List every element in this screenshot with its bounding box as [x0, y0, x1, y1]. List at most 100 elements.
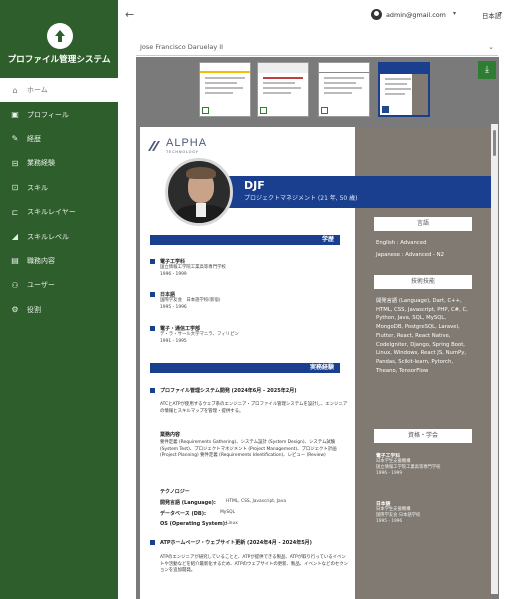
photo-hair	[186, 167, 216, 179]
thumbnail-line	[324, 82, 356, 84]
thumbnail-line	[385, 78, 411, 80]
sidebar-item-label: ホーム	[27, 86, 48, 95]
thumbnail-checkbox-checked[interactable]	[382, 106, 389, 113]
sidebar-item-label: 職務内容	[27, 256, 55, 265]
sidebar-item-label: スキルレベル	[27, 232, 69, 241]
back-arrow-icon[interactable]: ←	[125, 8, 134, 21]
preview-scrollbar[interactable]	[491, 124, 498, 594]
skill-icon: ⊡	[11, 183, 19, 193]
education-bullet	[150, 326, 155, 331]
company-logo-subtext: TECHNOLOGY	[166, 150, 199, 154]
thumbnail-line	[263, 82, 295, 84]
project-scope-label: 業務内容	[160, 432, 181, 438]
project-title: プロファイル管理システム開発 (2024年6月 - 2025年2月)	[160, 388, 297, 394]
project-tech-label: テクノロジー	[160, 489, 190, 495]
profile-select-value: Jose Francisco Daruelay II	[140, 43, 224, 51]
app-logo[interactable]	[47, 23, 73, 49]
company-logo-text: ALPHA	[166, 137, 208, 149]
sidebar-item-skill-level[interactable]: ◢ スキルレベル	[0, 224, 118, 248]
arrow-up-logo-icon	[55, 30, 65, 42]
tech-item-label: OS (Operating System):	[160, 521, 228, 527]
sidebar-item-label: スキルレイヤー	[27, 208, 76, 217]
cv-name: DJF	[244, 179, 265, 192]
project-scope: 要件定義 (Requirements Gathering)、システム設計 (Sy…	[160, 440, 337, 459]
skill-layer-icon: ⊏	[11, 207, 19, 217]
thumbnail-side-panel	[412, 74, 428, 115]
tech-item-value: MySQL	[220, 510, 236, 515]
thumbnail-line	[385, 83, 407, 85]
template-thumbnail-1[interactable]	[199, 62, 251, 117]
template-thumbnail-3[interactable]	[318, 62, 370, 117]
profile-select[interactable]: Jose Francisco Daruelay II ⌄	[136, 41, 498, 56]
language-item: Japanese : Advanced - N2	[376, 252, 444, 258]
project-bullet	[150, 388, 155, 393]
thumbnail-checkbox[interactable]	[202, 107, 209, 114]
sidebar-item-label: 業務経験	[27, 159, 55, 168]
sidebar-item-skill-layer[interactable]: ⊏ スキルレイヤー	[0, 200, 118, 224]
qualification-title: 電子工学科	[376, 454, 400, 459]
topbar: ← admin@gmail.com ▾ 日本語 ▾	[118, 0, 513, 34]
sidebar-item-job[interactable]: ▤ 職務内容	[0, 249, 118, 273]
thumbnail-line	[263, 87, 301, 89]
project-bullet	[150, 540, 155, 545]
sidebar-item-label: 役割	[27, 305, 41, 314]
education-years: 1996 - 1999	[160, 272, 187, 277]
thumbnail-header	[200, 63, 250, 73]
thumbnail-header	[380, 64, 428, 74]
sidebar-item-experience[interactable]: ⊟ 業務経験	[0, 151, 118, 175]
tech-item-label: データベース (DB):	[160, 511, 207, 517]
thumbnail-line	[205, 77, 245, 79]
tech-skills-list: 開発言語 (Language), Dart, C++, HTML, CSS, J…	[376, 298, 468, 374]
thumbnail-line	[385, 93, 405, 95]
education-bullet	[150, 292, 155, 297]
profile-photo	[165, 158, 233, 226]
thumbnail-checkbox[interactable]	[260, 107, 267, 114]
project-description: ATCとATPが使用するウェブ系のエンジニア・プロファイル管理システムを設計し、…	[160, 402, 348, 414]
education-school: 国際学友会 日本語学校(新宿)	[160, 298, 221, 303]
sidebar: プロファイル管理システム ⌂ ホーム ▣ プロフィール ✎ 経歴 ⊟ 業務経験 …	[0, 0, 118, 599]
experience-icon: ⊟	[11, 158, 19, 168]
education-years: 1995 - 1996	[160, 305, 187, 310]
preview-scrollbar-thumb[interactable]	[493, 130, 496, 156]
education-title: 電子工学科	[160, 259, 186, 265]
language-item: English : Advanced	[376, 240, 427, 246]
thumbnail-line	[324, 77, 364, 79]
thumbnail-checkbox[interactable]	[321, 107, 328, 114]
home-icon: ⌂	[12, 85, 18, 95]
qualifications-header: 資格・学会	[374, 429, 472, 443]
sidebar-item-label: スキル	[27, 183, 48, 192]
download-button[interactable]: ⤓	[478, 61, 496, 79]
project-title: ATPホームページ・ウェブサイト更新 (2024年4月 - 2024年5月)	[160, 540, 312, 546]
company-logo-icon	[148, 141, 160, 151]
template-thumbnail-4[interactable]	[378, 62, 430, 117]
template-thumbnail-2[interactable]	[257, 62, 309, 117]
user-email[interactable]: admin@gmail.com	[386, 11, 446, 19]
profile-icon: ▣	[11, 110, 19, 120]
language-caret-icon[interactable]: ▾	[499, 10, 502, 17]
tech-item-value: Linux	[226, 521, 238, 526]
skill-level-icon: ◢	[11, 232, 19, 242]
company-logo	[148, 136, 164, 155]
sidebar-item-role[interactable]: ⚙ 役割	[0, 298, 118, 322]
role-icon: ⚙	[11, 305, 19, 315]
thumbnail-line	[324, 92, 352, 94]
language-section-header: 言語	[374, 217, 472, 231]
sidebar-item-profile[interactable]: ▣ プロフィール	[0, 102, 118, 126]
user-avatar-icon[interactable]	[371, 9, 382, 20]
sidebar-item-career[interactable]: ✎ 経歴	[0, 127, 118, 151]
sidebar-item-skill[interactable]: ⊡ スキル	[0, 176, 118, 200]
thumbnail-line	[263, 92, 291, 94]
cv-page: ALPHA TECHNOLOGY DJF プロジェクトマネジメント (21 年,…	[140, 127, 491, 599]
education-title: 日本語	[160, 292, 176, 298]
sidebar-nav: ⌂ ホーム ▣ プロフィール ✎ 経歴 ⊟ 業務経験 ⊡ スキル ⊏ スキルレイ…	[0, 78, 118, 322]
download-icon: ⤓	[485, 65, 489, 75]
tech-skills-header: 技術技能	[374, 275, 472, 289]
sidebar-item-home[interactable]: ⌂ ホーム	[0, 78, 118, 103]
qualification-title: 日本語	[376, 502, 391, 507]
thumbnail-line	[205, 92, 233, 94]
experience-header: 実務経験	[150, 363, 340, 373]
thumbnail-line	[385, 88, 411, 90]
education-title: 電子・通信工学部	[160, 326, 201, 332]
user-menu-caret-icon[interactable]: ▾	[453, 10, 456, 17]
sidebar-item-user[interactable]: ⚇ ユーザー	[0, 273, 118, 297]
